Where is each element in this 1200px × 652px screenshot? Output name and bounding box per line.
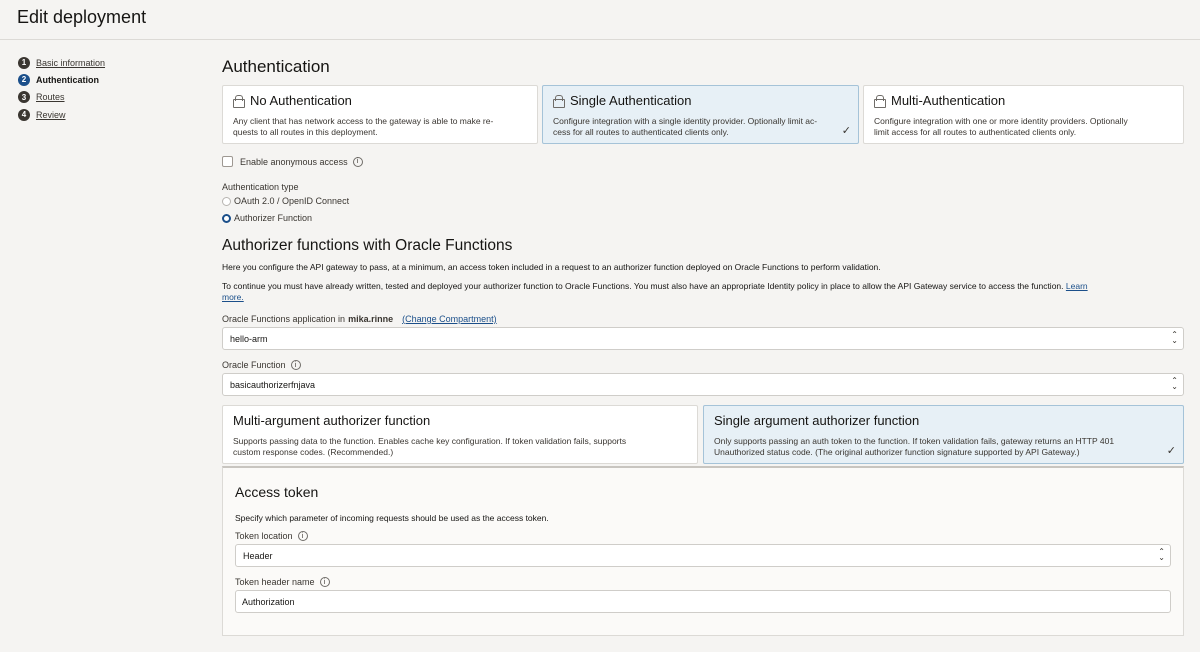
- card-title-text: No Authentication: [250, 93, 352, 108]
- change-compartment-link[interactable]: (Change Compartment): [402, 314, 497, 324]
- multi-authentication-card[interactable]: Multi-Authentication Configure integrati…: [863, 85, 1184, 144]
- single-argument-card[interactable]: Single argument authorizer function Only…: [703, 405, 1184, 464]
- learn-more-continuation: more.: [222, 292, 244, 303]
- info-icon[interactable]: i: [319, 577, 330, 587]
- authorizer-title: Authorizer functions with Oracle Functio…: [222, 237, 513, 254]
- input-value: Authorization: [242, 597, 295, 607]
- single-authentication-card[interactable]: Single Authentication Configure integrat…: [542, 85, 859, 144]
- learn-more-link-continued[interactable]: more.: [222, 292, 244, 302]
- lock-icon: [874, 95, 886, 108]
- page-header: Edit deployment: [0, 0, 1200, 40]
- card-title: Multi-Authentication: [874, 93, 1005, 108]
- access-token-panel: Access token Specify which parameter of …: [222, 466, 1184, 636]
- desc-line: cess for all routes to authenticated cli…: [553, 127, 729, 137]
- desc-line: Any client that has network access to th…: [233, 116, 494, 126]
- compartment-name: mika.rinne: [348, 314, 394, 324]
- oracle-function-select[interactable]: basicauthorizerfnjava ⌃ ⌄: [222, 373, 1184, 396]
- authentication-title: Authentication: [222, 57, 330, 76]
- checkmark-icon: ✓: [1166, 445, 1176, 457]
- info-icon[interactable]: i: [297, 531, 308, 541]
- desc-line: Only supports passing an auth token to t…: [714, 436, 1115, 446]
- anonymous-access-label: Enable anonymous access: [240, 156, 348, 167]
- oracle-function-label: Oracle Function: [222, 360, 286, 370]
- card-description: Configure integration with a single iden…: [553, 116, 817, 138]
- step-label[interactable]: Basic information: [36, 58, 105, 68]
- step-label: Authentication: [36, 74, 99, 85]
- step-routes[interactable]: 3 Routes: [18, 89, 105, 106]
- select-value: hello-arm: [230, 334, 268, 344]
- functions-application-label: Oracle Functions application in mika.rin…: [222, 314, 497, 324]
- radio-label: OAuth 2.0 / OpenID Connect: [234, 196, 350, 206]
- select-value: basicauthorizerfnjava: [230, 380, 316, 390]
- lock-icon: [553, 95, 565, 108]
- step-number: 1: [18, 56, 30, 69]
- oracle-function-label-row: Oracle Function i: [222, 360, 301, 370]
- card-title: Single Authentication: [553, 93, 691, 108]
- token-header-name-label: Token header name: [235, 577, 315, 587]
- radio-label: Authorizer Function: [234, 213, 313, 223]
- step-basic-information[interactable]: 1 Basic information: [18, 54, 105, 71]
- step-number: 2: [18, 73, 30, 86]
- anonymous-access-checkbox[interactable]: [222, 156, 233, 167]
- card-description: Supports passing data to the function. E…: [233, 436, 626, 458]
- step-authentication[interactable]: 2 Authentication: [18, 71, 105, 88]
- authorizer-description: Here you configure the API gateway to pa…: [222, 262, 881, 272]
- card-title-text: Multi-Authentication: [891, 93, 1006, 108]
- card-title: Single argument authorizer function: [714, 413, 920, 428]
- step-review[interactable]: 4 Review: [18, 106, 105, 123]
- info-icon[interactable]: i: [290, 360, 301, 370]
- authorizer-prerequisites: To continue you must have already writte…: [222, 281, 1184, 292]
- select-arrows-icon: ⌃ ⌄: [1171, 330, 1178, 345]
- desc-line: quests to all routes in this deployment.: [233, 127, 378, 137]
- token-location-select[interactable]: Header ⌃ ⌄: [235, 544, 1171, 567]
- lock-icon: [233, 95, 245, 108]
- select-value: Header: [243, 551, 273, 561]
- app-label-prefix: Oracle Functions application in: [222, 314, 346, 324]
- card-description: Any client that has network access to th…: [233, 116, 493, 138]
- desc-line: Configure integration with one or more i…: [874, 116, 1128, 126]
- select-arrows-icon: ⌃ ⌄: [1171, 376, 1178, 391]
- access-token-title: Access token: [235, 484, 319, 500]
- step-label[interactable]: Routes: [36, 92, 65, 102]
- token-location-label: Token location: [235, 531, 293, 541]
- oauth-radio[interactable]: [222, 196, 231, 206]
- info-icon[interactable]: i: [352, 156, 363, 167]
- desc-line: Supports passing data to the function. E…: [233, 436, 627, 446]
- select-arrows-icon: ⌃ ⌄: [1158, 547, 1165, 562]
- desc-line: Unauthorized status code. (The original …: [714, 447, 1080, 457]
- step-label[interactable]: Review: [36, 110, 66, 120]
- authorizer-function-radio[interactable]: [222, 213, 231, 223]
- anonymous-access-row: Enable anonymous access i: [222, 156, 363, 167]
- card-description: Configure integration with one or more i…: [874, 116, 1128, 138]
- page-title: Edit deployment: [17, 7, 147, 27]
- step-number: 3: [18, 91, 30, 104]
- multi-argument-card[interactable]: Multi-argument authorizer function Suppo…: [222, 405, 698, 464]
- card-title-text: Single Authentication: [570, 93, 692, 108]
- no-authentication-card[interactable]: No Authentication Any client that has ne…: [222, 85, 538, 144]
- card-title: Multi-argument authorizer function: [233, 413, 431, 428]
- token-header-label-row: Token header name i: [235, 577, 330, 587]
- desc-line: Configure integration with a single iden…: [553, 116, 818, 126]
- functions-application-select[interactable]: hello-arm ⌃ ⌄: [222, 327, 1184, 350]
- card-title: No Authentication: [233, 93, 352, 108]
- token-header-name-input[interactable]: Authorization: [235, 590, 1171, 613]
- checkmark-icon: ✓: [841, 125, 851, 137]
- learn-more-link[interactable]: Learn: [1066, 281, 1088, 291]
- authorizer-function-option[interactable]: Authorizer Function: [222, 213, 312, 223]
- token-location-label-row: Token location i: [235, 531, 308, 541]
- desc-line: limit access for all routes to authentic…: [874, 127, 1077, 137]
- prerequisites-text: To continue you must have already writte…: [222, 281, 1064, 291]
- access-token-description: Specify which parameter of incoming requ…: [235, 513, 549, 523]
- authentication-type-label: Authentication type: [222, 182, 299, 192]
- oauth-option[interactable]: OAuth 2.0 / OpenID Connect: [222, 196, 349, 206]
- desc-line: custom response codes. (Recommended.): [233, 447, 394, 457]
- step-number: 4: [18, 108, 30, 121]
- step-navigation: 1 Basic information 2 Authentication 3 R…: [18, 54, 105, 123]
- card-description: Only supports passing an auth token to t…: [714, 436, 1114, 458]
